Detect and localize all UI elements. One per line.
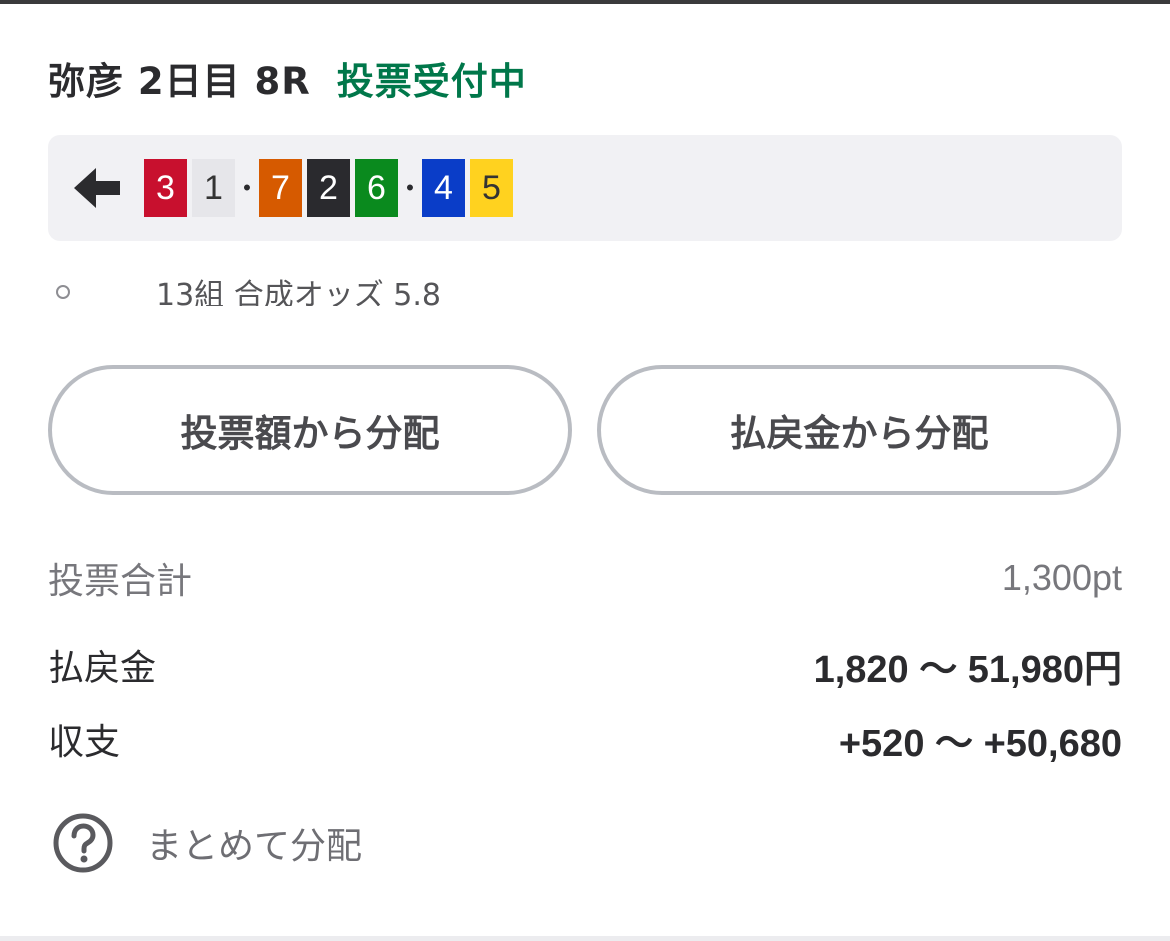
combined-odds-row: 13組 合成オッズ 5.8 xyxy=(48,266,1122,306)
bet-combination-panel: 3 1 • 7 2 6 • 4 5 xyxy=(48,135,1122,241)
combined-odds-text: 13組 合成オッズ 5.8 xyxy=(156,278,441,306)
group-separator: • xyxy=(406,175,414,200)
distribute-by-bet-amount-button[interactable]: 投票額から分配 xyxy=(48,365,572,495)
balance-label: 収支 xyxy=(48,722,121,763)
group-separator: • xyxy=(243,175,251,200)
payout-label: 払戻金 xyxy=(48,648,157,689)
balance-value: +520 〜 +50,680 xyxy=(838,722,1122,765)
distribute-by-payout-button[interactable]: 払戻金から分配 xyxy=(597,365,1121,495)
boat-number-6: 6 xyxy=(355,159,398,217)
help-label: まとめて分配 xyxy=(146,826,363,867)
balance-row: 収支 +520 〜 +50,680 xyxy=(48,711,1122,767)
payout-row: 払戻金 1,820 〜 51,980円 xyxy=(48,637,1122,693)
back-arrow-icon[interactable] xyxy=(70,161,124,215)
question-circle-icon[interactable] xyxy=(52,812,114,874)
payout-value: 1,820 〜 51,980円 xyxy=(813,648,1122,691)
bulk-distribute-help[interactable]: まとめて分配 xyxy=(52,812,362,874)
bottom-divider xyxy=(0,936,1170,941)
radio-icon xyxy=(56,285,70,299)
boat-number-1: 1 xyxy=(192,159,235,217)
bet-combination: 3 1 • 7 2 6 • 4 5 xyxy=(144,159,513,217)
bet-total-row: 投票合計 1,300pt xyxy=(48,552,1122,604)
boat-number-3: 3 xyxy=(144,159,187,217)
boat-number-2: 2 xyxy=(307,159,350,217)
race-title: 弥彦 2日目 8R xyxy=(48,60,311,103)
top-divider xyxy=(0,0,1170,4)
race-status-label: 投票受付中 xyxy=(336,60,527,103)
boat-number-5: 5 xyxy=(470,159,513,217)
bet-total-label: 投票合計 xyxy=(48,561,193,602)
bet-total-value: 1,300pt xyxy=(1001,557,1122,598)
race-header: 弥彦 2日目 8R 投票受付中 xyxy=(48,50,527,106)
boat-number-7: 7 xyxy=(259,159,302,217)
boat-number-4: 4 xyxy=(422,159,465,217)
